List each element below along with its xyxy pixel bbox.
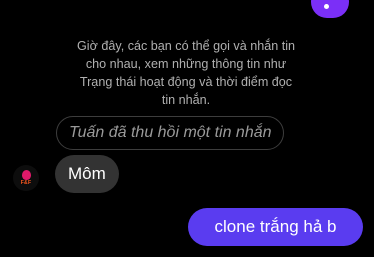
avatar[interactable]: F&F bbox=[13, 165, 39, 191]
incoming-message-bubble[interactable]: Môm bbox=[55, 155, 119, 193]
chat-connection-notice: Giờ đây, các bạn có thể gọi và nhắn tin … bbox=[76, 39, 296, 107]
brand-logo-icon bbox=[22, 170, 31, 180]
outgoing-message-bubble-partial[interactable] bbox=[311, 0, 349, 18]
unsent-message-notice[interactable]: Tuấn đã thu hồi một tin nhắn bbox=[56, 116, 284, 150]
avatar-logo-text: F&F bbox=[20, 180, 32, 186]
outgoing-message-bubble[interactable]: clone trắng hả b bbox=[188, 208, 363, 246]
message-status-dot bbox=[324, 4, 329, 9]
